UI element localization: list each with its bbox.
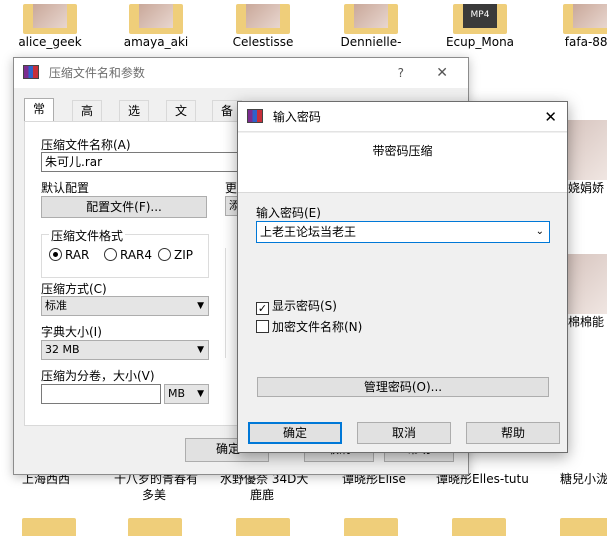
dictionary-label: 字典大小(I) <box>41 325 102 339</box>
folder-thumbnail <box>563 4 607 34</box>
format-rar-option[interactable]: RAR <box>49 248 89 262</box>
folder-thumbnail <box>344 4 398 34</box>
folder-icon[interactable] <box>344 518 398 536</box>
encrypt-filenames-checkbox[interactable]: 加密文件名称(N) <box>256 318 362 335</box>
mp4-badge: MP4 <box>463 4 497 28</box>
folder-icon[interactable]: fafa-888 <box>540 4 607 50</box>
checkbox-checked-icon: ✓ <box>256 302 269 315</box>
folder-thumbnail <box>236 4 290 34</box>
folder-icon[interactable]: MP4 Ecup_Mona <box>430 4 530 50</box>
title-bar: 压缩文件名和参数 ? ✕ <box>14 58 468 88</box>
chevron-down-icon: ▼ <box>197 389 204 399</box>
folder-icon[interactable] <box>128 518 182 536</box>
show-password-checkbox[interactable]: ✓ 显示密码(S) <box>256 297 337 315</box>
title-bar: 输入密码 ✕ <box>238 102 567 132</box>
folder-icon[interactable] <box>560 518 607 536</box>
chevron-down-icon: ▼ <box>197 345 204 355</box>
profile-button[interactable]: 配置文件(F)... <box>41 196 207 218</box>
folder-thumbnail: MP4 <box>453 4 507 34</box>
chevron-down-icon: ▼ <box>197 301 204 311</box>
filename-label: 压缩文件名称(A) <box>41 138 131 152</box>
checkbox-icon <box>256 320 269 333</box>
winrar-icon <box>23 65 39 79</box>
folder-label: Dennielle- <box>340 35 402 49</box>
profile-label: 默认配置 <box>41 181 90 195</box>
split-label: 压缩为分卷，大小(V) <box>41 369 155 383</box>
manage-passwords-button[interactable]: 管理密码(O)... <box>257 377 549 397</box>
folder-label: 糖兒小泷 <box>560 472 607 486</box>
folder-label: 娆娟娇 <box>568 181 605 195</box>
folder-thumbnail <box>23 4 77 34</box>
cancel-button[interactable]: 取消 <box>357 422 451 444</box>
folder-label: alice_geek <box>18 35 82 49</box>
dialog-header: 带密码压缩 <box>238 133 567 193</box>
help-icon[interactable]: ? <box>398 58 404 88</box>
folder-icon[interactable]: 娆娟娇 <box>568 120 607 196</box>
ok-button[interactable]: 确定 <box>248 422 342 444</box>
format-zip-option[interactable]: ZIP <box>158 248 193 262</box>
radio-icon <box>104 248 117 261</box>
radio-icon <box>158 248 171 261</box>
archive-filename-input[interactable]: 朱可儿.rar <box>41 152 241 172</box>
tab-files[interactable]: 文件 <box>166 100 197 138</box>
update-mode-label: 更 <box>225 181 238 195</box>
chevron-down-icon[interactable]: ⌄ <box>536 222 544 242</box>
folder-label: Ecup_Mona <box>445 35 515 49</box>
winrar-icon <box>247 109 263 123</box>
folder-thumbnail <box>568 120 607 180</box>
format-group-label: 压缩文件格式 <box>49 227 126 244</box>
folder-icon[interactable] <box>452 518 506 536</box>
radio-icon <box>49 248 62 261</box>
folder-label: 棉棉能 <box>568 315 605 329</box>
folder-icon[interactable]: 棉棉能 <box>568 254 607 330</box>
password-input[interactable]: 上老王论坛当老王 ⌄ <box>256 221 550 243</box>
dictionary-size-select[interactable]: 32 MB ▼ <box>41 340 209 360</box>
password-dialog: 输入密码 ✕ 带密码压缩 输入密码(E) 上老王论坛当老王 ⌄ ✓ 显示密码(S)… <box>237 101 568 453</box>
close-icon[interactable]: ✕ <box>544 102 557 132</box>
folder-label: fafa-888 <box>564 35 607 49</box>
tab-general[interactable]: 常规 <box>24 98 55 136</box>
folder-label: Celestisse <box>232 35 294 49</box>
method-label: 压缩方式(C) <box>41 282 107 296</box>
folder-icon[interactable] <box>236 518 290 536</box>
tab-advanced[interactable]: 高级 <box>72 100 103 138</box>
password-label: 输入密码(E) <box>256 206 321 220</box>
format-rar4-option[interactable]: RAR4 <box>104 248 152 262</box>
folder-label: 鹿鹿 <box>250 488 275 502</box>
dialog-title: 输入密码 <box>272 110 321 124</box>
dialog-title: 压缩文件名和参数 <box>48 66 145 80</box>
close-icon[interactable]: ✕ <box>436 58 448 88</box>
split-size-input[interactable] <box>41 384 161 404</box>
folder-label: amaya_aki <box>123 35 189 49</box>
folder-icon[interactable]: alice_geek <box>0 4 100 50</box>
folder-icon[interactable]: Dennielle- <box>321 4 421 50</box>
folder-icon[interactable] <box>22 518 76 536</box>
folder-thumbnail <box>568 254 607 314</box>
split-unit-select[interactable]: MB ▼ <box>164 384 209 404</box>
folder-thumbnail <box>129 4 183 34</box>
folder-icon[interactable]: Celestisse <box>213 4 313 50</box>
folder-label: 多美 <box>142 488 167 502</box>
compression-method-select[interactable]: 标准 ▼ <box>41 296 209 316</box>
tab-options[interactable]: 选项 <box>119 100 150 138</box>
help-button[interactable]: 帮助 <box>466 422 560 444</box>
folder-icon[interactable]: amaya_aki <box>106 4 206 50</box>
